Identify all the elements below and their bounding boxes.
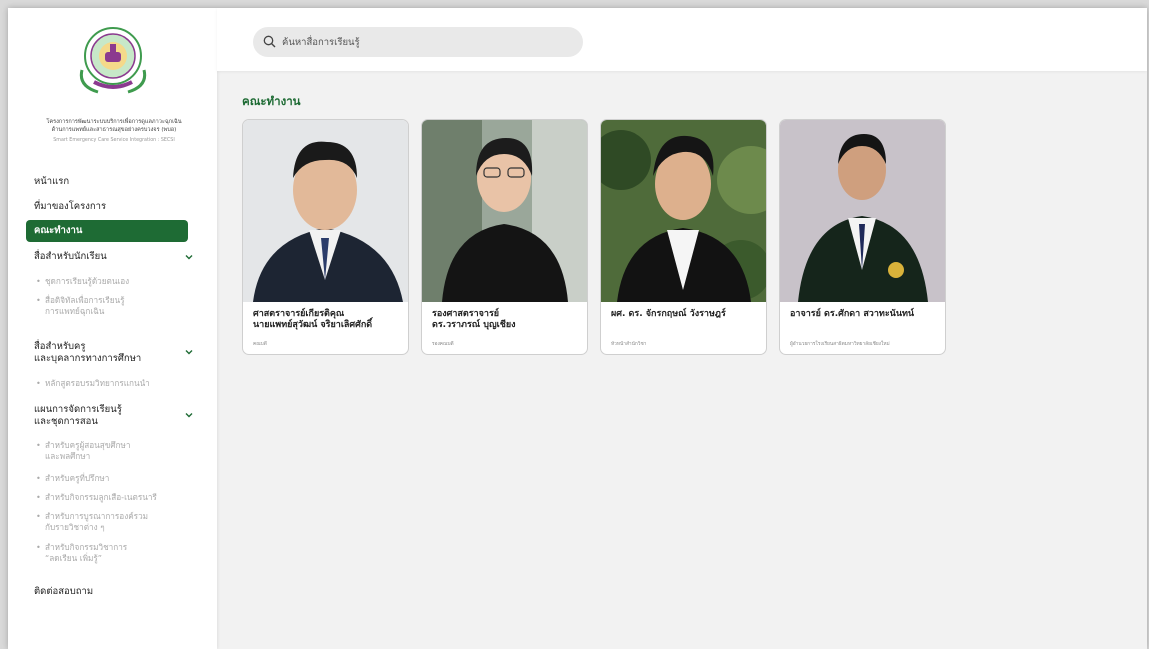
bullet-icon: • xyxy=(36,440,41,450)
team-member-role: ผู้อำนวยการโรงเรียนสาธิตมหาวิทยาลัยเชียง… xyxy=(790,342,890,347)
nav-sub-item[interactable]: • สำหรับครูผู้สอนสุขศึกษา และพลศึกษา xyxy=(36,440,186,462)
nav-sub-item-label: สื่อดิจิทัลเพื่อการเรียนรู้ xyxy=(45,295,125,305)
search-placeholder: ค้นหาสื่อการเรียนรู้ xyxy=(282,37,360,48)
team-member-card[interactable]: ผศ. ดร. จักรกฤษณ์ วังราษฎร์ หัวหน้าสำนัก… xyxy=(600,119,767,355)
team-member-photo xyxy=(780,120,945,302)
nav-home[interactable]: หน้าแรก xyxy=(34,176,69,188)
nav-sub-item[interactable]: • สำหรับกิจกรรมลูกเสือ-เนตรนารี xyxy=(36,492,186,503)
bullet-icon: • xyxy=(36,295,41,305)
nav-sub-item-label: สำหรับกิจกรรมลูกเสือ-เนตรนารี xyxy=(45,492,157,502)
bullet-icon: • xyxy=(36,473,41,483)
nav-sub-item[interactable]: • ชุดการเรียนรู้ด้วยตนเอง xyxy=(36,276,186,287)
team-member-name-line1: อาจารย์ ดร.ศักดา สวาทะนันทน์ xyxy=(790,309,915,319)
team-member-name-line2: ดร.วราภรณ์ บุญเชียง xyxy=(432,320,516,330)
page-title: คณะทำงาน xyxy=(242,94,301,108)
organization-name-english: Smart Emergency Care Service Integration… xyxy=(53,138,175,143)
nav-sub-item[interactable]: • หลักสูตรอบรมวิทยากรแกนนำ xyxy=(36,378,186,389)
team-member-card[interactable]: ศาสตราจารย์เกียรติคุณ นายแพทย์สุวัฒน์ จร… xyxy=(242,119,409,355)
nav-plans-label: แผนการจัดการเรียนรู้ xyxy=(34,404,122,415)
nav-sub-item-label: กับรายวิชาต่าง ๆ xyxy=(45,522,105,532)
app-window: โครงการการพัฒนาระบบบริการเพื่อการดูแลภาว… xyxy=(8,8,1147,649)
chevron-down-icon xyxy=(185,350,193,355)
bullet-icon: • xyxy=(36,378,41,388)
team-member-role: รองคณบดี xyxy=(432,342,454,347)
team-member-card[interactable]: อาจารย์ ดร.ศักดา สวาทะนันทน์ ผู้อำนวยการ… xyxy=(779,119,946,355)
nav-students-group[interactable]: สื่อสำหรับนักเรียน xyxy=(34,251,194,263)
search-input[interactable]: ค้นหาสื่อการเรียนรู้ xyxy=(253,27,583,57)
organization-logo xyxy=(79,27,147,94)
chevron-down-icon xyxy=(185,413,193,418)
nav-sub-item-label: สำหรับครูผู้สอนสุขศึกษา xyxy=(45,440,131,450)
organization-name-line2: ด้านการแพทย์และสาธารณสุขอย่างครบวงจร (พบ… xyxy=(51,127,177,133)
organization-name: โครงการการพัฒนาระบบบริการเพื่อการดูแลภาว… xyxy=(22,118,206,134)
organization-name-line1: โครงการการพัฒนาระบบบริการเพื่อการดูแลภาว… xyxy=(46,119,182,125)
nav-sub-item-label: และพลศึกษา xyxy=(45,451,91,461)
team-member-name: อาจารย์ ดร.ศักดา สวาทะนันทน์ xyxy=(790,309,940,320)
nav-teachers-label: สื่อสำหรับครู xyxy=(34,341,86,352)
nav-sub-item-label: สำหรับครูที่ปรึกษา xyxy=(45,473,110,483)
nav-contact[interactable]: ติดต่อสอบถาม xyxy=(34,586,93,598)
nav-sub-item-label: สำหรับการบูรณาการองค์รวม xyxy=(45,511,149,521)
bullet-icon: • xyxy=(36,276,41,286)
bullet-icon: • xyxy=(36,511,41,521)
team-member-role: หัวหน้าสำนักวิชา xyxy=(611,342,647,347)
nav-sub-item[interactable]: • สำหรับครูที่ปรึกษา xyxy=(36,473,186,484)
search-icon xyxy=(263,35,276,48)
sidebar: โครงการการพัฒนาระบบบริการเพื่อการดูแลภาว… xyxy=(8,8,217,649)
nav-about[interactable]: ที่มาของโครงการ xyxy=(34,201,106,213)
nav-teachers-label: และบุคลากรทางการศึกษา xyxy=(34,353,142,364)
team-member-name-line1: ผศ. ดร. จักรกฤษณ์ วังราษฎร์ xyxy=(611,309,726,319)
nav-sub-item-label: หลักสูตรอบรมวิทยากรแกนนำ xyxy=(45,378,150,388)
bullet-icon: • xyxy=(36,542,41,552)
team-member-card[interactable]: รองศาสตราจารย์ ดร.วราภรณ์ บุญเชียง รองคณ… xyxy=(421,119,588,355)
team-member-name-line2: นายแพทย์สุวัฒน์ จริยาเลิศศักดิ์ xyxy=(253,320,373,330)
nav-plans-label: และชุดการสอน xyxy=(34,416,98,427)
nav-sub-item-label: “ลดเรียน เพิ่มรู้” xyxy=(45,553,103,563)
team-member-photo xyxy=(243,120,408,302)
nav-sub-item[interactable]: • สำหรับกิจกรรมวิชาการ “ลดเรียน เพิ่มรู้… xyxy=(36,542,186,564)
team-member-name: ผศ. ดร. จักรกฤษณ์ วังราษฎร์ xyxy=(611,309,761,320)
team-member-name: รองศาสตราจารย์ ดร.วราภรณ์ บุญเชียง xyxy=(432,309,582,331)
team-member-name: ศาสตราจารย์เกียรติคุณ นายแพทย์สุวัฒน์ จร… xyxy=(253,309,403,331)
nav-plans-group[interactable]: แผนการจัดการเรียนรู้ และชุดการสอน xyxy=(34,404,194,428)
nav-sub-item[interactable]: • สื่อดิจิทัลเพื่อการเรียนรู้ การแพทย์ฉุ… xyxy=(36,295,186,317)
team-member-name-line1: รองศาสตราจารย์ xyxy=(432,309,500,319)
nav-sub-item[interactable]: • สำหรับการบูรณาการองค์รวม กับรายวิชาต่า… xyxy=(36,511,186,533)
bullet-icon: • xyxy=(36,492,41,502)
team-member-name-line1: ศาสตราจารย์เกียรติคุณ xyxy=(253,309,345,319)
nav-sub-item-label: สำหรับกิจกรรมวิชาการ xyxy=(45,542,128,552)
team-member-photo xyxy=(601,120,766,302)
team-member-role: คณบดี xyxy=(253,342,267,347)
nav-team[interactable]: คณะทำงาน xyxy=(26,220,188,242)
nav-sub-item-label: ชุดการเรียนรู้ด้วยตนเอง xyxy=(45,276,130,286)
nav-sub-item-label: การแพทย์ฉุกเฉิน xyxy=(45,306,105,316)
nav-teachers-group[interactable]: สื่อสำหรับครู และบุคลากรทางการศึกษา xyxy=(34,341,194,365)
team-member-photo xyxy=(422,120,587,302)
chevron-down-icon xyxy=(185,255,193,260)
top-bar: ค้นหาสื่อการเรียนรู้ xyxy=(217,8,1147,71)
nav-students-label: สื่อสำหรับนักเรียน xyxy=(34,251,107,262)
